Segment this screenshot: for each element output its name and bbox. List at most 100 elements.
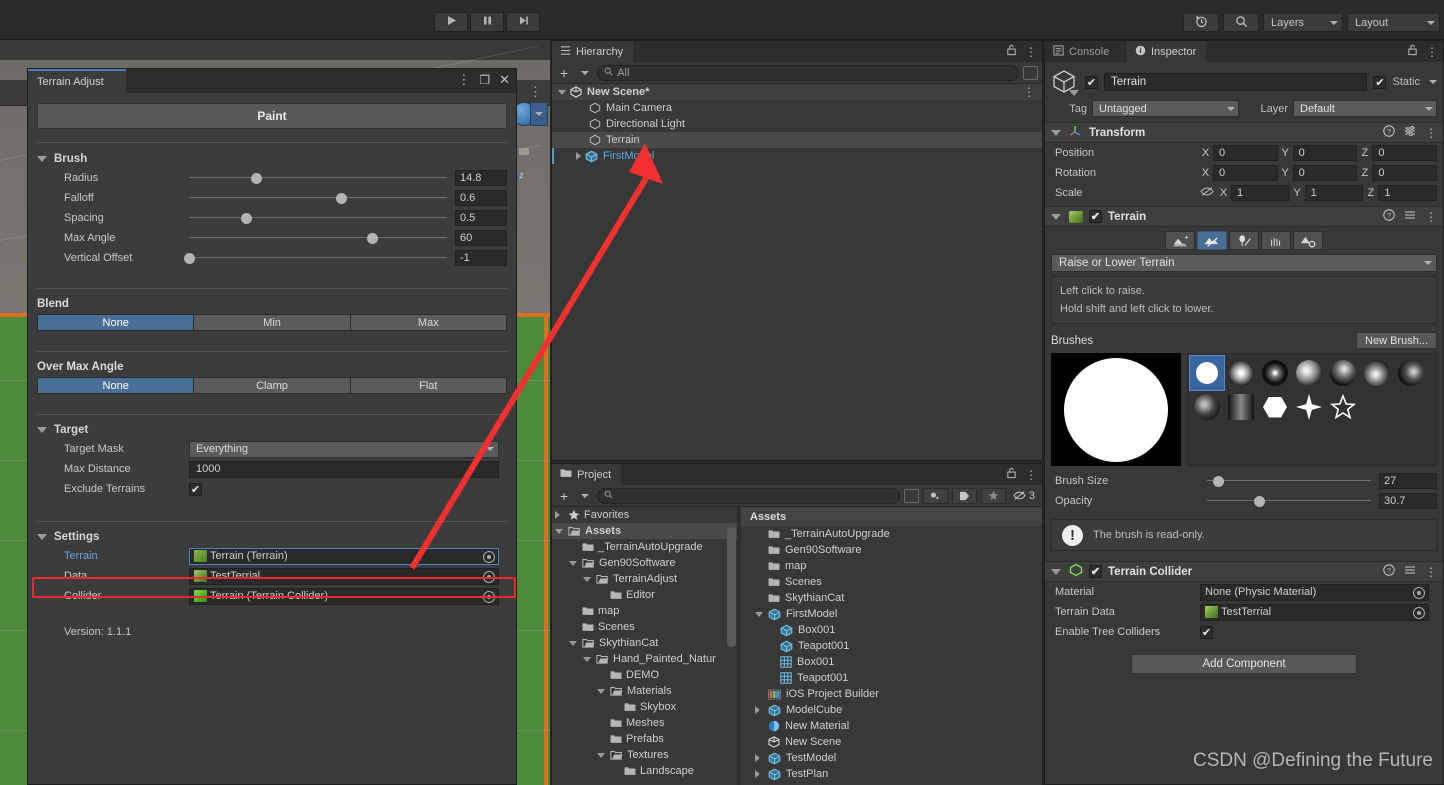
brush-size-input[interactable]: 27	[1379, 473, 1437, 489]
project-tree-item[interactable]: Editor	[552, 587, 737, 603]
brush-thumbnail[interactable]	[1326, 390, 1360, 424]
preset-icon[interactable]	[1404, 564, 1416, 579]
brush-thumbnail[interactable]	[1394, 356, 1428, 390]
object-picker-icon[interactable]	[483, 590, 495, 603]
project-asset-item[interactable]: New Material	[741, 718, 1042, 734]
project-tree-item[interactable]: Assets	[552, 523, 737, 539]
project-tree-item[interactable]: Scenes	[552, 619, 737, 635]
component-menu-icon[interactable]: ⋮	[1425, 210, 1437, 224]
brush-row-input[interactable]: 0.5	[455, 210, 507, 226]
brush-thumbnail[interactable]	[1360, 390, 1394, 424]
paint-button[interactable]: Paint	[37, 103, 507, 129]
tag-dropdown[interactable]: Untagged	[1092, 100, 1239, 117]
transform-y-input[interactable]: 0	[1292, 165, 1358, 181]
create-neighbor-terrains-icon[interactable]: +	[1165, 231, 1195, 250]
project-asset-item[interactable]: Gen90Software	[741, 542, 1042, 558]
component-menu-icon[interactable]: ⋮	[1425, 565, 1437, 579]
expander-icon[interactable]	[755, 706, 765, 714]
tab-project[interactable]: Project	[552, 464, 622, 485]
expander-icon[interactable]	[583, 576, 593, 582]
brush-thumbnail[interactable]	[1292, 356, 1326, 390]
transform-y-input[interactable]: 0	[1292, 145, 1358, 161]
project-asset-item[interactable]: SkythianCat	[741, 590, 1042, 606]
project-tree-item[interactable]: Meshes	[552, 715, 737, 731]
project-folder-tree[interactable]: Favorites Assets _TerrainAutoUpgrade Gen90S…	[552, 507, 737, 785]
settings-foldout[interactable]: Settings	[37, 531, 507, 543]
project-tree-item[interactable]: DEMO	[552, 667, 737, 683]
project-tree-item[interactable]: Skybox	[552, 699, 737, 715]
project-tree-item[interactable]: Gen90Software	[552, 555, 737, 571]
brush-row-input[interactable]: 60	[455, 230, 507, 246]
layout-dropdown[interactable]: Layout	[1347, 13, 1440, 32]
terrain-adjust-window[interactable]: Terrain Adjust ⋮ ❐ ✕ Paint Brush Radius 1…	[27, 68, 517, 785]
transform-z-input[interactable]: 0	[1372, 145, 1438, 161]
brush-thumbnail[interactable]	[1360, 356, 1394, 390]
transform-z-input[interactable]: 0	[1372, 165, 1438, 181]
project-asset-item[interactable]: iOS Project Builder	[741, 686, 1042, 702]
hierarchy-search-expand-icon[interactable]	[1023, 65, 1038, 80]
enable-tree-colliders-checkbox[interactable]: ✔	[1200, 625, 1213, 639]
brush-row-slider[interactable]	[189, 188, 447, 208]
project-tree-item[interactable]: map	[552, 603, 737, 619]
tab-terrain-adjust[interactable]: Terrain Adjust	[28, 69, 126, 93]
blend-option[interactable]: Max	[350, 315, 506, 330]
add-component-button[interactable]: Add Component	[1131, 654, 1357, 674]
new-brush-button[interactable]: New Brush...	[1356, 332, 1437, 349]
expander-icon[interactable]	[755, 770, 765, 778]
create-asset-button[interactable]: +	[556, 488, 593, 504]
project-tree-item[interactable]: SkythianCat	[552, 635, 737, 651]
expander-icon[interactable]	[558, 89, 566, 95]
project-asset-list[interactable]: Assets _TerrainAutoUpgrade Gen90Software m…	[741, 507, 1042, 785]
transform-x-input[interactable]: 1	[1231, 185, 1290, 201]
terrain-collider-enabled-checkbox[interactable]: ✔	[1089, 565, 1102, 578]
project-tree-item[interactable]: Landscape	[552, 763, 737, 779]
project-asset-item[interactable]: Box001	[741, 622, 1042, 638]
project-asset-item[interactable]: map	[741, 558, 1042, 574]
blend-segmented-control[interactable]: None Min Max	[37, 314, 507, 331]
paint-terrain-icon[interactable]	[1197, 231, 1227, 250]
project-search-input[interactable]	[597, 487, 900, 504]
expander-icon[interactable]	[755, 611, 765, 617]
project-tree-item[interactable]: TerrainAdjust	[552, 571, 737, 587]
project-asset-item[interactable]: New Scene	[741, 734, 1042, 750]
brush-thumbnail[interactable]	[1224, 390, 1258, 424]
gameobject-enabled-checkbox[interactable]: ✔	[1085, 75, 1098, 89]
over-max-angle-option[interactable]: None	[38, 378, 195, 393]
tab-inspector[interactable]: Inspector	[1127, 41, 1207, 62]
expander-icon[interactable]	[569, 640, 579, 646]
expander-icon[interactable]	[597, 688, 607, 694]
brush-thumbnail[interactable]	[1224, 356, 1258, 390]
hierarchy-tree[interactable]: New Scene* ⋮ Main Camera Directional Light T…	[552, 84, 1042, 164]
opacity-input[interactable]: 30.7	[1379, 493, 1437, 509]
brush-row-slider[interactable]	[184, 248, 447, 268]
layers-dropdown[interactable]: Layers	[1263, 13, 1343, 32]
expander-icon[interactable]	[755, 754, 765, 762]
terrain-settings-icon[interactable]	[1293, 231, 1323, 250]
tab-console[interactable]: Console	[1045, 41, 1120, 62]
exclude-terrains-checkbox[interactable]: ✔	[189, 482, 202, 496]
undo-history-button[interactable]	[1183, 13, 1219, 32]
paint-trees-icon[interactable]	[1229, 231, 1259, 250]
step-button[interactable]	[506, 12, 540, 32]
brush-thumbnail[interactable]	[1394, 390, 1428, 424]
play-button[interactable]	[434, 12, 468, 32]
transform-component-header[interactable]: Transform ? ⋮	[1045, 122, 1443, 143]
object-picker-icon[interactable]	[1413, 586, 1425, 599]
project-asset-item[interactable]: _TerrainAutoUpgrade	[741, 526, 1042, 542]
hierarchy-item-new-scene[interactable]: New Scene* ⋮	[552, 84, 1042, 100]
brush-thumbnail[interactable]	[1326, 356, 1360, 390]
vector3-field[interactable]: X0Y0Z0	[1200, 145, 1438, 161]
blend-option[interactable]: Min	[194, 315, 351, 330]
transform-z-input[interactable]: 1	[1378, 185, 1438, 201]
brush-row-slider[interactable]	[189, 208, 447, 228]
expander-icon[interactable]	[569, 560, 579, 566]
hierarchy-item-firstmodel[interactable]: FirstModel	[552, 148, 1042, 164]
transform-y-input[interactable]: 1	[1304, 185, 1364, 201]
project-search-expand-icon[interactable]	[903, 488, 919, 503]
over-max-angle-segmented-control[interactable]: None Clamp Flat	[37, 377, 507, 394]
layer-dropdown[interactable]: Default	[1293, 100, 1437, 117]
terrain-tool-buttons[interactable]: +	[1045, 227, 1443, 254]
help-icon[interactable]: ?	[1383, 209, 1395, 224]
project-tree-scrollbar[interactable]	[727, 527, 736, 647]
brush-thumbnail[interactable]	[1292, 390, 1326, 424]
